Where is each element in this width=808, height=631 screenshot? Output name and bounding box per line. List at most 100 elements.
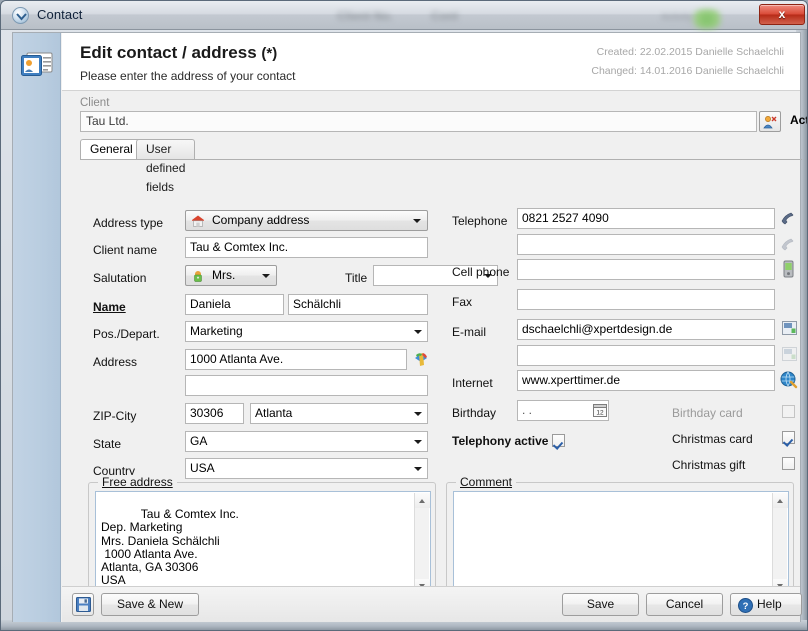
birthday-card-checkbox bbox=[782, 405, 795, 418]
dialog-page: Edit contact / address (*) Please enter … bbox=[62, 33, 800, 622]
page-subtitle: Please enter the address of your contact bbox=[80, 69, 295, 83]
comment-scrollbar[interactable] bbox=[772, 493, 787, 594]
close-button[interactable]: x bbox=[759, 4, 805, 25]
background-ghost-blob bbox=[689, 9, 725, 29]
state-combobox[interactable]: GA bbox=[185, 431, 428, 452]
help-button[interactable]: ? Help bbox=[730, 593, 802, 616]
christmas-card-checkbox[interactable] bbox=[782, 431, 795, 444]
address-type-combobox[interactable]: Company address bbox=[185, 210, 428, 231]
internet-label: Internet bbox=[452, 376, 493, 390]
phone-handset-icon[interactable] bbox=[780, 236, 797, 255]
client-input[interactable]: Tau Ltd. bbox=[80, 111, 757, 132]
address-label: Address bbox=[93, 355, 137, 369]
address-type-value: Company address bbox=[212, 211, 309, 230]
free-address-group: Free address Tau & Comtex Inc. Dep. Mark… bbox=[88, 482, 436, 602]
map-pin-icon[interactable] bbox=[412, 350, 430, 371]
browser-globe-icon[interactable] bbox=[780, 371, 798, 392]
telephony-active-checkbox[interactable] bbox=[552, 434, 565, 447]
position-combobox[interactable]: Marketing bbox=[185, 321, 428, 342]
salutation-combobox[interactable]: Mrs. bbox=[185, 265, 277, 286]
scroll-up-icon[interactable] bbox=[773, 493, 788, 508]
tab-general[interactable]: General bbox=[80, 139, 143, 160]
salutation-value: Mrs. bbox=[212, 266, 235, 285]
chevron-down-icon bbox=[414, 440, 422, 444]
chevron-down-icon bbox=[262, 274, 270, 278]
tab-user-defined-fields[interactable]: User defined fields bbox=[136, 139, 195, 160]
email-2-input[interactable] bbox=[517, 345, 775, 366]
internet-input[interactable]: www.xperttimer.de bbox=[517, 370, 775, 391]
comment-label: Comment bbox=[456, 475, 516, 489]
changed-meta: Changed: 14.01.2016 Danielle Schaelchli bbox=[591, 65, 784, 77]
client-picker-button[interactable] bbox=[759, 111, 781, 132]
zip-city-label: ZIP-City bbox=[93, 409, 136, 423]
comment-group: Comment bbox=[446, 482, 794, 602]
page-header: Edit contact / address (*) Please enter … bbox=[62, 33, 800, 91]
client-name-input[interactable]: Tau & Comtex Inc. bbox=[185, 237, 428, 258]
contact-person-icon bbox=[763, 115, 777, 129]
svg-text:12: 12 bbox=[596, 409, 604, 416]
state-label: State bbox=[93, 437, 121, 451]
email-send-icon[interactable] bbox=[782, 321, 797, 338]
telephone-input[interactable]: 0821 2527 4090 bbox=[517, 208, 775, 229]
page-title-marker: (*) bbox=[261, 45, 277, 62]
save-button[interactable]: Save bbox=[562, 593, 639, 616]
fax-label: Fax bbox=[452, 295, 472, 309]
city-combobox[interactable]: Atlanta bbox=[250, 403, 428, 424]
dialog-content: Edit contact / address (*) Please enter … bbox=[12, 32, 801, 622]
chevron-down-circle-icon[interactable] bbox=[12, 7, 29, 24]
free-address-textarea[interactable]: Tau & Comtex Inc. Dep. Marketing Mrs. Da… bbox=[95, 491, 431, 596]
page-title-text: Edit contact / address bbox=[80, 43, 257, 62]
last-name-input[interactable]: Schälchli bbox=[288, 294, 428, 315]
zip-input[interactable]: 30306 bbox=[185, 403, 244, 424]
telephone-label: Telephone bbox=[452, 214, 507, 228]
save-icon-button[interactable] bbox=[72, 593, 94, 616]
christmas-gift-checkbox[interactable] bbox=[782, 457, 795, 470]
chevron-down-icon bbox=[414, 467, 422, 471]
free-address-label: Free address bbox=[98, 475, 177, 489]
birthday-value: . . bbox=[522, 403, 532, 417]
first-name-input[interactable]: Daniela bbox=[185, 294, 284, 315]
save-and-new-button[interactable]: Save & New bbox=[101, 593, 199, 616]
chevron-down-icon bbox=[413, 219, 421, 223]
chevron-down-icon bbox=[414, 330, 422, 334]
scroll-up-icon[interactable] bbox=[415, 493, 430, 508]
email-label: E-mail bbox=[452, 325, 486, 339]
created-meta: Created: 22.02.2015 Danielle Schaelchli bbox=[597, 46, 784, 58]
email-input[interactable]: dschaelchli@xpertdesign.de bbox=[517, 319, 775, 340]
contact-dialog-window: Client No. Cont Activity Contact x bbox=[0, 0, 808, 631]
address-type-label: Address type bbox=[93, 216, 163, 230]
telephony-active-label: Telephony active bbox=[452, 434, 548, 448]
window-titlebar[interactable]: Client No. Cont Activity Contact x bbox=[1, 1, 808, 30]
dialog-icon-strip bbox=[13, 33, 61, 622]
help-button-label: Help bbox=[757, 594, 782, 615]
christmas-card-label: Christmas card bbox=[672, 432, 753, 446]
phone-handset-icon[interactable] bbox=[780, 210, 797, 229]
telephone-2-input[interactable] bbox=[517, 234, 775, 255]
fax-input[interactable] bbox=[517, 289, 775, 310]
email-send-icon[interactable] bbox=[782, 347, 797, 364]
address-line2-input[interactable] bbox=[185, 375, 428, 396]
page-title: Edit contact / address (*) bbox=[80, 43, 277, 63]
cancel-button[interactable]: Cancel bbox=[646, 593, 723, 616]
city-value: Atlanta bbox=[255, 406, 292, 420]
person-silhouette-icon bbox=[191, 269, 205, 286]
window-title: Contact bbox=[37, 7, 83, 22]
country-combobox[interactable]: USA bbox=[185, 458, 428, 479]
client-name-label: Client name bbox=[93, 243, 157, 257]
calendar-icon[interactable]: 12 bbox=[592, 402, 608, 421]
birthday-card-label: Birthday card bbox=[672, 406, 743, 420]
svg-text:?: ? bbox=[743, 601, 749, 612]
active-label: Active bbox=[790, 113, 808, 127]
cell-phone-label: Cell phone bbox=[452, 265, 509, 279]
background-ghost-text-a: Client No. bbox=[337, 9, 393, 23]
background-ghost-text-b: Cont bbox=[431, 9, 458, 23]
salutation-label: Salutation bbox=[93, 271, 146, 285]
floppy-disk-icon bbox=[76, 597, 91, 612]
address-line1-input[interactable]: 1000 Atlanta Ave. bbox=[185, 349, 407, 370]
title-label: Title bbox=[345, 271, 367, 285]
cell-phone-input[interactable] bbox=[517, 259, 775, 280]
comment-textarea[interactable] bbox=[453, 491, 789, 596]
free-address-scrollbar[interactable] bbox=[414, 493, 429, 594]
mobile-phone-icon[interactable] bbox=[783, 260, 794, 281]
free-address-value: Tau & Comtex Inc. Dep. Marketing Mrs. Da… bbox=[101, 507, 239, 587]
